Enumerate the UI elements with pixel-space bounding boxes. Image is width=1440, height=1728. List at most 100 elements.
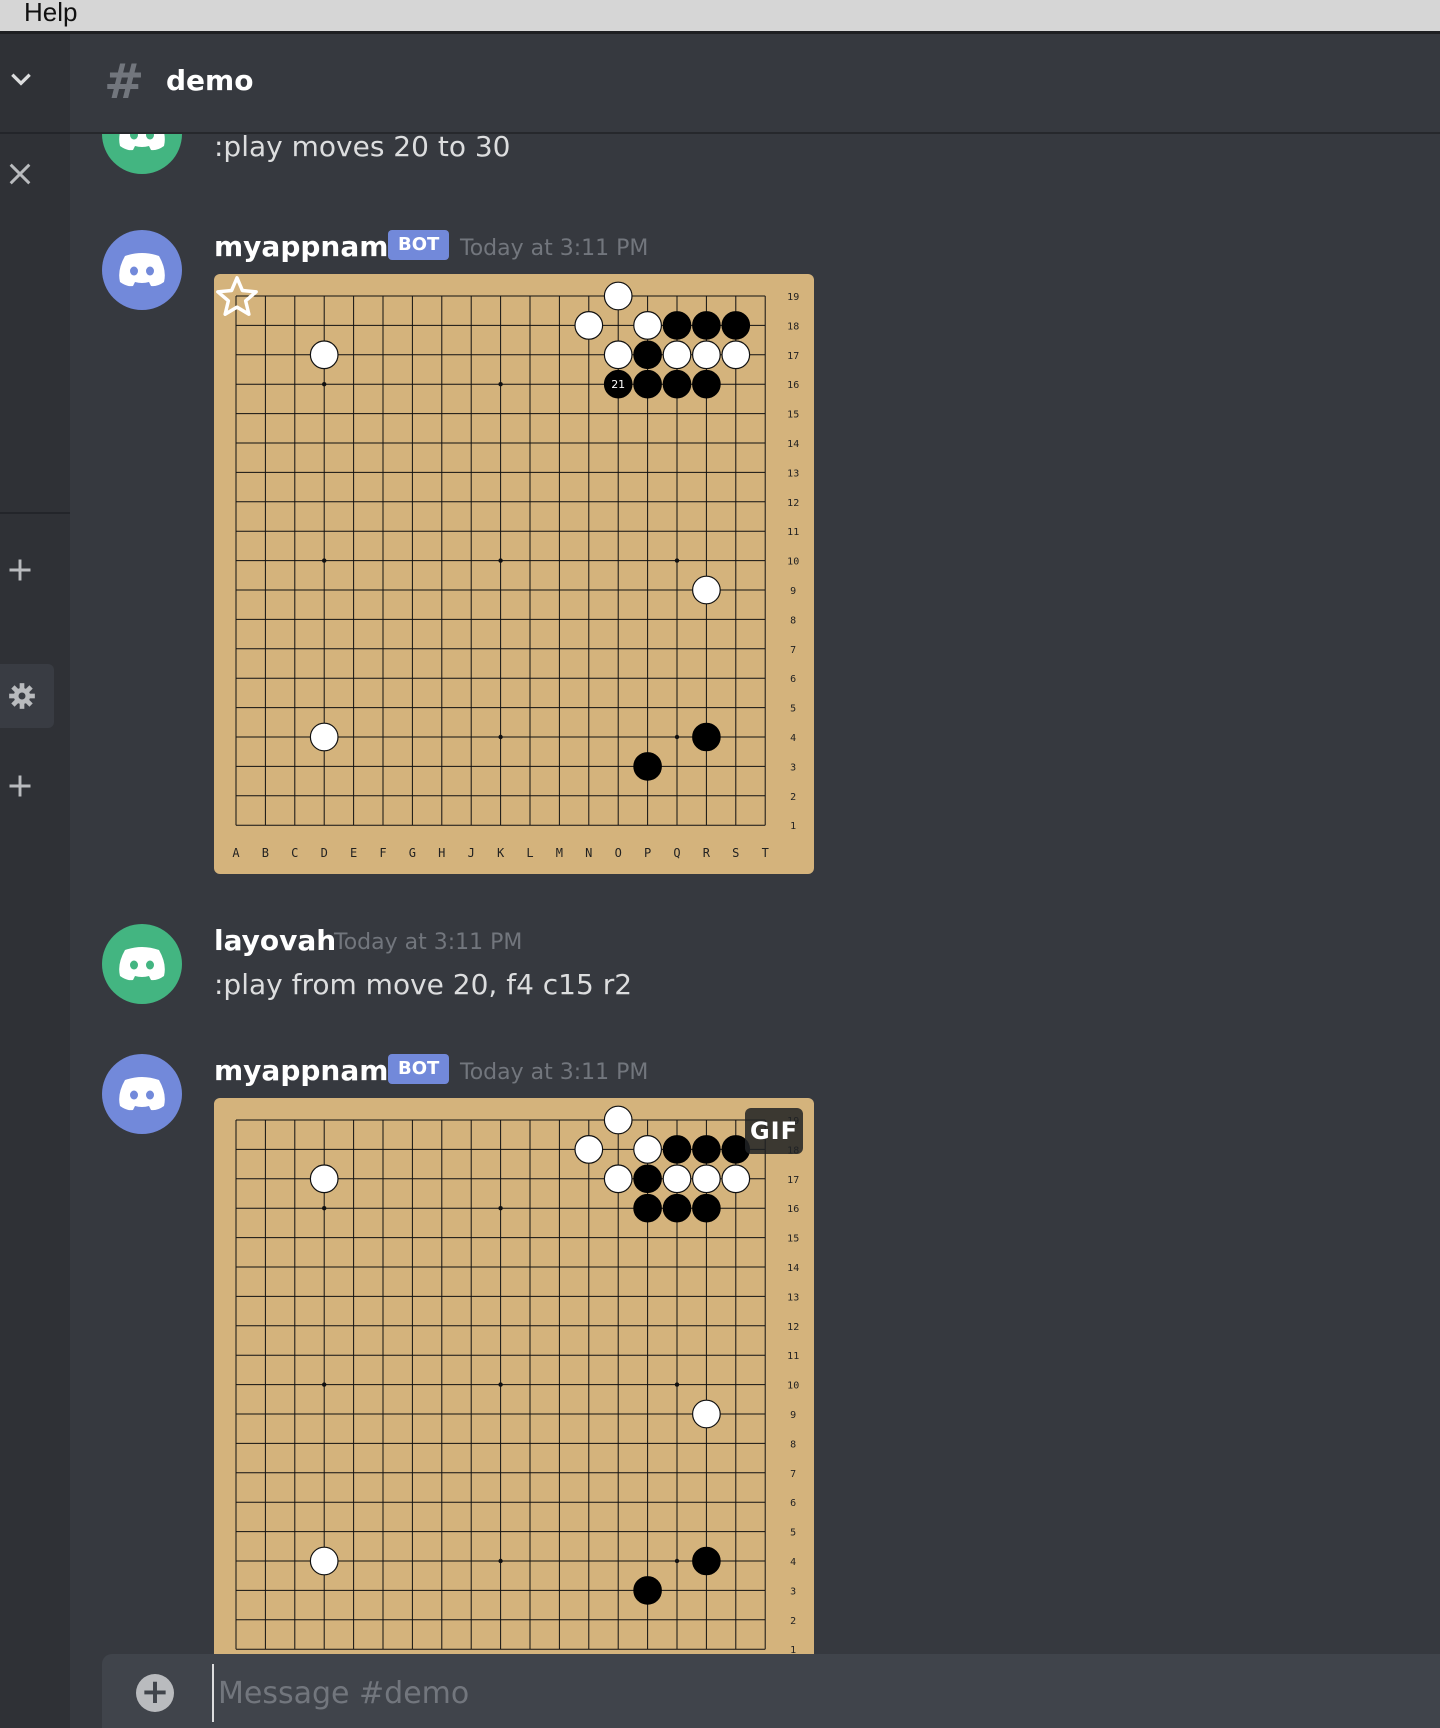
star-point: [498, 1382, 503, 1387]
white-stone: [574, 1135, 604, 1164]
message-input[interactable]: [212, 1664, 1420, 1722]
close-icon[interactable]: [4, 158, 36, 190]
go-board-image[interactable]: ABCDEFGHJKLMNOPQRST191817161514131211109…: [214, 1098, 814, 1654]
black-stone: [633, 752, 662, 781]
column-label: R: [703, 846, 711, 860]
row-label: 5: [790, 704, 796, 715]
row-label: 10: [787, 557, 799, 568]
row-label: 16: [787, 1204, 799, 1215]
row-label: 16: [787, 380, 799, 391]
column-label: A: [232, 846, 240, 860]
bot-tag: BOT: [388, 230, 450, 260]
bot-tag: BOT: [388, 1054, 450, 1084]
avatar[interactable]: [102, 230, 182, 310]
white-stone: [603, 1164, 633, 1194]
row-label: 2: [790, 792, 796, 803]
row-label: 8: [790, 1439, 796, 1450]
add-icon[interactable]: [4, 554, 36, 586]
star-point: [674, 734, 680, 740]
gif-badge: GIF: [745, 1108, 803, 1154]
channel-header: # demo: [70, 34, 1440, 134]
column-label: Q: [673, 846, 680, 860]
star-point: [498, 1558, 503, 1564]
row-label: 17: [787, 351, 799, 362]
star-point: [322, 1206, 327, 1211]
row-label: 6: [790, 1498, 796, 1509]
column-label: D: [321, 846, 328, 860]
star-point: [498, 382, 503, 387]
star-point: [674, 558, 680, 563]
add-icon[interactable]: [4, 770, 36, 802]
row-label: 12: [787, 498, 799, 509]
row-label: 14: [787, 439, 799, 450]
column-label: F: [379, 846, 386, 860]
white-stone: [662, 340, 692, 370]
server-sidebar: [0, 34, 70, 1728]
message-text: :play moves 20 to 30: [214, 134, 511, 163]
message-author[interactable]: myappname: [214, 230, 407, 263]
black-stone: [633, 1164, 662, 1194]
black-stone: [662, 1135, 692, 1164]
column-label: E: [350, 846, 357, 860]
chevron-down-icon[interactable]: [6, 64, 36, 94]
gear-icon: [6, 680, 38, 712]
row-label: 9: [790, 586, 796, 597]
row-label: 1: [790, 1645, 796, 1654]
white-stone: [309, 1546, 339, 1576]
menu-bar: Help: [0, 0, 1440, 34]
message-list[interactable]: :play moves 20 to 30 myappname BOT Today…: [70, 134, 1440, 1654]
black-stone: [633, 369, 662, 399]
black-stone: [633, 340, 662, 370]
row-label: 3: [790, 762, 796, 773]
star-icon[interactable]: [214, 274, 260, 320]
discord-logo-icon: [119, 1077, 165, 1111]
row-label: 18: [787, 321, 799, 332]
column-label: M: [556, 846, 563, 860]
black-stone: [692, 311, 721, 340]
black-stone: [662, 311, 692, 340]
avatar[interactable]: [102, 1054, 182, 1134]
move-number: 21: [611, 378, 625, 391]
row-label: 1: [790, 821, 796, 832]
column-label: O: [615, 846, 622, 860]
avatar[interactable]: [102, 134, 182, 174]
white-stone: [692, 1399, 721, 1429]
menu-help[interactable]: Help: [24, 0, 77, 28]
settings-button[interactable]: [0, 664, 54, 728]
white-stone: [603, 281, 633, 311]
go-board-image[interactable]: ABCDEFGHJKLMNOPQRST191817161514131211109…: [214, 274, 814, 874]
white-stone: [603, 1105, 633, 1135]
row-label: 15: [787, 1234, 799, 1245]
message-author[interactable]: layovah: [214, 924, 336, 957]
row-label: 11: [787, 527, 799, 538]
black-stone: [692, 1546, 721, 1576]
plus-circle-icon[interactable]: +: [136, 1674, 174, 1712]
sidebar-divider: [0, 512, 70, 514]
column-label: L: [526, 846, 533, 860]
row-label: 17: [787, 1175, 799, 1186]
black-stone: [633, 1576, 662, 1605]
discord-logo-icon: [119, 947, 165, 981]
go-board: ABCDEFGHJKLMNOPQRST191817161514131211109…: [232, 281, 799, 860]
row-label: 9: [790, 1410, 796, 1421]
hash-icon: #: [104, 54, 145, 110]
row-label: 4: [790, 1557, 796, 1568]
row-label: 10: [787, 1381, 799, 1392]
white-stone: [309, 1164, 339, 1194]
white-stone: [692, 575, 721, 605]
message-timestamp: Today at 3:11 PM: [334, 930, 523, 955]
column-label: N: [585, 846, 592, 860]
row-label: 13: [787, 468, 799, 479]
star-point: [498, 734, 503, 740]
white-stone: [633, 311, 663, 340]
star-point: [674, 1382, 680, 1387]
column-label: H: [438, 846, 445, 860]
message-timestamp: Today at 3:11 PM: [460, 236, 649, 261]
discord-logo-icon: [119, 253, 165, 287]
avatar[interactable]: [102, 924, 182, 1004]
black-stone: [692, 1135, 721, 1164]
message-author[interactable]: myappname: [214, 1054, 407, 1087]
star-point: [498, 1206, 503, 1211]
black-stone: [692, 369, 721, 399]
column-label: J: [468, 846, 475, 860]
